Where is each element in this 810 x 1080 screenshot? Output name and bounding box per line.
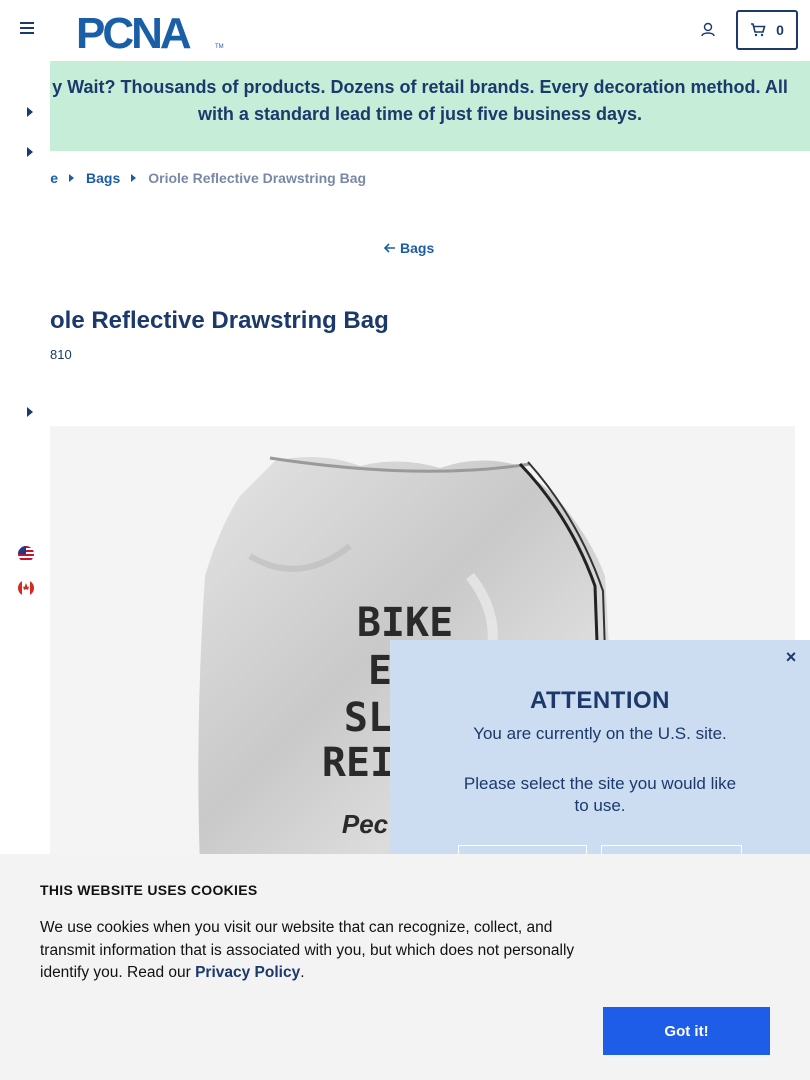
got-it-button[interactable]: Got it!	[603, 1007, 770, 1055]
breadcrumb-current: Oriole Reflective Drawstring Bag	[148, 170, 367, 186]
chevron-right-icon[interactable]	[26, 407, 34, 417]
product-title: ole Reflective Drawstring Bag	[0, 307, 500, 335]
logo-text: PCNA	[76, 10, 191, 52]
site-selector-popup: × ATTENTION You are currently on the U.S…	[390, 640, 810, 875]
chevron-right-icon[interactable]	[26, 107, 34, 117]
site-header: PCNA TM 0	[0, 0, 810, 61]
canada-flag-icon[interactable]	[18, 580, 34, 596]
product-sku: 810	[50, 347, 72, 362]
breadcrumb-separator-icon	[131, 174, 137, 182]
us-flag-icon[interactable]	[18, 546, 34, 562]
cart-icon	[751, 23, 766, 37]
privacy-policy-link[interactable]: Privacy Policy	[195, 964, 300, 981]
hamburger-icon[interactable]	[20, 22, 36, 38]
cookie-title: THIS WEBSITE USES COOKIES	[40, 882, 258, 898]
promo-banner: y Wait? Thousands of products. Dozens of…	[50, 61, 810, 151]
attention-heading: ATTENTION	[529, 687, 671, 714]
product-title-text: ole Reflective Drawstring Bag	[50, 307, 389, 334]
cookie-text-end: .	[300, 964, 305, 981]
chevron-right-icon[interactable]	[26, 147, 34, 157]
banner-line-2: with a standard lead time of just five b…	[197, 104, 643, 124]
breadcrumb-category[interactable]: Bags	[86, 170, 120, 186]
back-to-bags-link[interactable]: Bags	[384, 240, 434, 256]
back-link-label: Bags	[400, 240, 435, 256]
breadcrumb-separator-icon	[69, 174, 74, 182]
cookie-text-body: We use cookies when you visit our websit…	[40, 919, 575, 981]
bag-print-line-4: REI	[322, 740, 394, 786]
breadcrumb: e Bags Oriole Reflective Drawstring Bag	[30, 169, 366, 187]
cookie-text: We use cookies when you visit our websit…	[40, 917, 600, 985]
banner-line-1: y Wait? Thousands of products. Dozens of…	[52, 77, 788, 97]
cookie-banner: THIS WEBSITE USES COOKIES We use cookies…	[0, 854, 810, 1080]
account-icon[interactable]	[699, 21, 717, 39]
bag-print-brand: Pec	[342, 809, 389, 839]
attention-select-prompt: Please select the site you would like to…	[463, 774, 737, 815]
logo-tm: TM	[215, 44, 224, 50]
cart-button[interactable]: 0	[736, 10, 798, 50]
breadcrumb-home[interactable]: e	[30, 170, 58, 186]
back-arrow-icon	[384, 243, 395, 253]
attention-current-site: You are currently on the U.S. site.	[473, 724, 727, 743]
pcna-logo[interactable]: PCNA TM	[76, 10, 224, 52]
bag-print-line-2: E	[368, 648, 392, 694]
bag-print-line-3: SL	[344, 695, 392, 741]
close-icon[interactable]: ×	[782, 648, 800, 666]
cart-count: 0	[776, 22, 784, 38]
banner-text: y Wait? Thousands of products. Dozens of…	[50, 74, 800, 128]
